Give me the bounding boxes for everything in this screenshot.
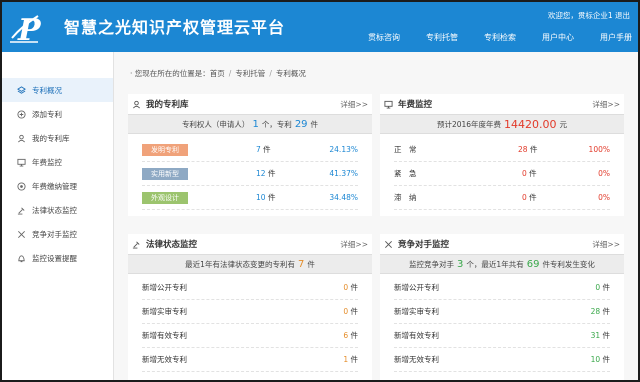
table-row: 新增实审专利 0 件 <box>142 300 358 324</box>
nav-manual[interactable]: 用户手册 <box>600 32 632 43</box>
sidebar-item-overview[interactable]: 专利概况 <box>2 78 113 102</box>
my-library-panel: 我的专利库 详细>> 专利权人（申请人） 1 个，专利 29 件 发明专利 7 件 24… <box>128 94 372 216</box>
sidebar-item-legal[interactable]: 法律状态监控 <box>2 198 113 222</box>
legal-count: 7 <box>297 258 305 270</box>
sidebar-item-label: 监控设置提醒 <box>32 253 77 263</box>
nav-search[interactable]: 专利检索 <box>484 32 516 43</box>
user-icon <box>133 100 140 108</box>
table-row: 新增无效专利 1 件 <box>142 348 358 372</box>
rival-count: 3 <box>457 258 464 270</box>
nav-consult[interactable]: 贯标咨询 <box>368 32 400 43</box>
sidebar-item-add[interactable]: 添加专利 <box>2 102 113 126</box>
main-content: · 您现在所在的位置是：首页 / 专利托管 / 专利概况 我的专利库 详细>> 专利权人… <box>114 52 638 380</box>
logo-icon: P <box>10 13 42 48</box>
panel-title: 我的专利库 <box>146 100 189 110</box>
table-row: 新增公开专利 0 件 <box>142 276 358 300</box>
sidebar-item-label: 添加专利 <box>32 109 62 119</box>
bell-icon <box>16 253 26 263</box>
top-header: P 智慧之光知识产权管理云平台 欢迎您，贯标企业1 退出 贯标咨询 专利托管 专… <box>2 2 638 52</box>
type-tag[interactable]: 实用新型 <box>142 167 188 180</box>
gavel-icon <box>16 205 26 215</box>
patent-count: 29 <box>294 118 308 130</box>
sidebar-item-label: 年费缴纳管理 <box>32 181 77 191</box>
app-window: P 智慧之光知识产权管理云平台 欢迎您，贯标企业1 退出 贯标咨询 专利托管 专… <box>0 0 640 382</box>
fee-monitor-panel: 年费监控 详细>> 预计2016年度年费 14420.00 元 正 常 28 件 1… <box>380 94 624 216</box>
table-row: 新增有效专利 6 件 <box>142 324 358 348</box>
fee-amount: 14420.00 <box>504 117 557 131</box>
type-tag[interactable]: 外观设计 <box>142 191 188 204</box>
sidebar-item-fee-payment[interactable]: 年费缴纳管理 <box>2 174 113 198</box>
table-row: 实用新型 12 件 41.37% <box>142 162 358 186</box>
cross-icon <box>385 240 392 248</box>
crumb-trust[interactable]: 专利托管 <box>235 69 265 78</box>
welcome-text[interactable]: 欢迎您，贯标企业1 退出 <box>548 10 630 21</box>
summary-bar: 监控竞争对手 3 个，最近1年共有 69 件专利发生变化 <box>380 254 624 274</box>
nav-user-center[interactable]: 用户中心 <box>542 32 574 43</box>
rival-monitor-panel: 竞争对手监控 详细>> 监控竞争对手 3 个，最近1年共有 69 件专利发生变化 新增公… <box>380 234 624 380</box>
more-link[interactable]: 详细>> <box>340 99 368 110</box>
gavel-icon <box>132 240 140 249</box>
table-row: 新增无效专利 10 件 <box>394 348 610 372</box>
panel-title: 法律状态监控 <box>146 240 198 250</box>
user-icon <box>16 133 26 143</box>
sidebar-item-label: 年费监控 <box>32 157 62 167</box>
type-tag[interactable]: 发明专利 <box>142 143 188 156</box>
crumb-home[interactable]: 首页 <box>210 69 225 78</box>
table-row: 新增公开专利 0 件 <box>394 276 610 300</box>
sidebar-item-rival[interactable]: 竞争对手监控 <box>2 222 113 246</box>
gear-circle-icon <box>16 181 26 191</box>
panel-title: 年费监控 <box>398 100 433 110</box>
table-row: 新增有效专利 31 件 <box>394 324 610 348</box>
table-row: 滞 纳 0 件 0% <box>394 186 610 210</box>
more-link[interactable]: 详细>> <box>592 239 620 250</box>
table-row: 正 常 28 件 100% <box>394 138 610 162</box>
sidebar-item-label: 法律状态监控 <box>32 205 77 215</box>
sidebar: 专利概况 添加专利 我的专利库 年费监控 年费缴纳管理 法律状态监控 竞争对手监… <box>2 52 114 380</box>
top-nav: 贯标咨询 专利托管 专利检索 用户中心 用户手册 <box>342 32 632 43</box>
table-row: 发明专利 7 件 24.13% <box>142 138 358 162</box>
summary-bar: 专利权人（申请人） 1 个，专利 29 件 <box>128 114 372 134</box>
layers-icon <box>16 85 26 95</box>
monitor-icon <box>16 157 26 167</box>
sidebar-item-label: 专利概况 <box>32 85 62 95</box>
crumb-overview: 专利概况 <box>275 69 306 78</box>
summary-bar: 最近1年有法律状态变更的专利有 7 件 <box>128 254 372 274</box>
sidebar-item-label: 竞争对手监控 <box>32 229 77 239</box>
summary-bar: 预计2016年度年费 14420.00 元 <box>380 114 624 134</box>
brand-title: 智慧之光知识产权管理云平台 <box>64 18 286 37</box>
rival-change-count: 69 <box>526 258 540 270</box>
sidebar-item-library[interactable]: 我的专利库 <box>2 126 113 150</box>
cross-icon <box>16 229 26 239</box>
sidebar-item-label: 我的专利库 <box>32 133 70 143</box>
monitor-icon <box>384 100 393 109</box>
plus-circle-icon <box>16 109 26 119</box>
table-row: 外观设计 10 件 34.48% <box>142 186 358 210</box>
table-row: 新增实审专利 28 件 <box>394 300 610 324</box>
breadcrumb: · 您现在所在的位置是：首页 / 专利托管 / 专利概况 <box>130 69 306 78</box>
nav-trust[interactable]: 专利托管 <box>426 32 458 43</box>
more-link[interactable]: 详细>> <box>340 239 368 250</box>
table-row: 紧 急 0 件 0% <box>394 162 610 186</box>
more-link[interactable]: 详细>> <box>592 99 620 110</box>
panel-title: 竞争对手监控 <box>398 240 450 250</box>
legal-status-panel: 法律状态监控 详细>> 最近1年有法律状态变更的专利有 7 件 新增公开专利 0 件 … <box>128 234 372 380</box>
sidebar-item-fee-monitor[interactable]: 年费监控 <box>2 150 113 174</box>
owner-count: 1 <box>252 118 259 130</box>
sidebar-item-reminder[interactable]: 监控设置提醒 <box>2 246 113 270</box>
